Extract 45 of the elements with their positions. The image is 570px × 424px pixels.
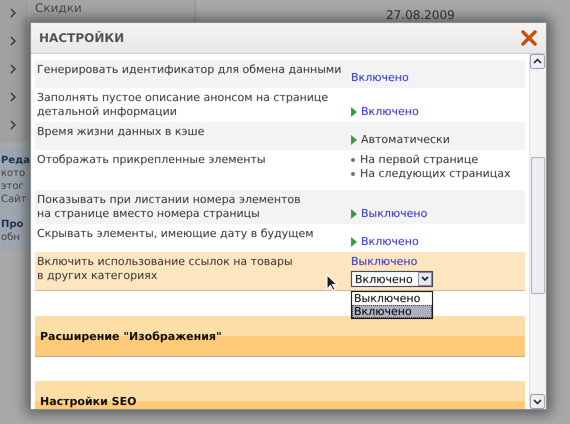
description-text: этог: [1, 180, 24, 193]
chevron-icon[interactable]: [10, 8, 16, 18]
value-text: Автоматически: [361, 133, 450, 147]
option-text: На первой странице: [360, 153, 478, 167]
caret-icon: [418, 272, 432, 286]
value-link[interactable]: Включено: [361, 235, 419, 249]
arrow-icon: [351, 107, 357, 117]
description-text: обн: [1, 231, 20, 244]
section-header[interactable]: Настройки SEO: [35, 381, 525, 409]
chevron-icon[interactable]: [10, 36, 16, 46]
setting-label: Заполнять пустое описание анонсом на странице детальной информации: [37, 91, 330, 119]
description-text: Реда: [1, 154, 30, 167]
description-text: Про: [1, 218, 24, 231]
setting-label: Включить использование ссылок на товары в других категориях: [37, 255, 294, 283]
scroll-up-icon[interactable]: [530, 54, 545, 69]
scroll-down-icon[interactable]: [530, 394, 545, 409]
setting-label: Показывать при листании номера элементов на странице вместо номера страницы: [37, 193, 302, 221]
chevron-icon[interactable]: [10, 120, 16, 130]
date-text: 27.08.2009: [386, 8, 455, 22]
close-icon[interactable]: [520, 29, 538, 47]
bullet-icon: [351, 158, 355, 162]
setting-label: Время жизни данных в кэше: [37, 125, 206, 139]
dropdown-select[interactable]: Включено: [351, 271, 433, 287]
description-text: Сайт: [1, 193, 26, 206]
arrow-icon: [351, 209, 357, 219]
setting-label: Генерировать идентификатор для обмена данными: [37, 63, 342, 77]
chevron-icon[interactable]: [10, 92, 16, 102]
dropdown-option[interactable]: Включено: [352, 305, 432, 318]
value-link[interactable]: Выключено: [351, 255, 418, 268]
description-text: кото: [1, 167, 26, 180]
scrollbar-thumb[interactable]: [531, 157, 545, 294]
value-link[interactable]: Включено: [351, 71, 409, 85]
dropdown-option[interactable]: Выключено: [352, 292, 432, 305]
value-link[interactable]: Выключено: [361, 207, 428, 221]
dialog-title: НАСТРОЙКИ: [39, 31, 124, 45]
bullet-icon: [351, 172, 355, 176]
option-text: На следующих страницах: [360, 167, 511, 181]
arrow-icon: [351, 135, 357, 145]
section-header[interactable]: Расширение "Изображения": [35, 316, 525, 357]
setting-label: Скрывать элементы, имеющие дату в будущем: [37, 227, 315, 241]
arrow-icon: [351, 237, 357, 247]
setting-label: Отображать прикрепленные элементы: [37, 153, 267, 167]
cursor-icon: [326, 274, 338, 292]
chevron-icon[interactable]: [10, 64, 16, 74]
value-link[interactable]: Включено: [361, 105, 419, 119]
